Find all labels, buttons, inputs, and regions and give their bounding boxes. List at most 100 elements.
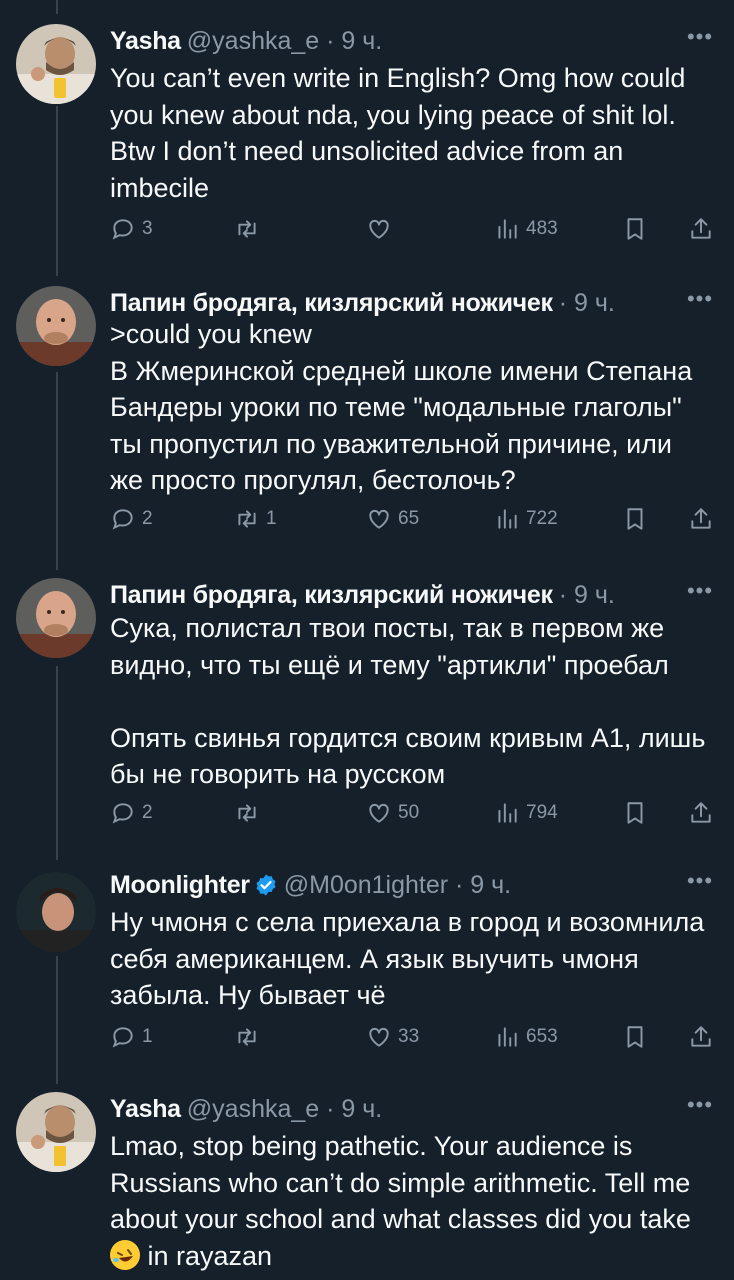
author-name[interactable]: Yasha (110, 1095, 181, 1123)
like-button[interactable] (366, 212, 392, 246)
bookmark-button[interactable] (622, 212, 648, 246)
author-name[interactable]: Папин бродяга, кизлярский ножичек (110, 289, 553, 317)
views-button[interactable]: 653 (494, 1020, 558, 1054)
avatar[interactable] (16, 286, 96, 366)
more-icon[interactable]: ••• (686, 286, 714, 320)
like-button[interactable]: 65 (366, 502, 419, 536)
like-button[interactable]: 50 (366, 796, 419, 830)
tweet[interactable]: Yasha @yashka_e · 9 ч. ••• Lmao, stop bei… (0, 1092, 734, 1280)
verified-badge-icon (256, 874, 276, 896)
like-count: 65 (398, 508, 420, 529)
author-handle-time[interactable]: @yashka_e · 9 ч. (187, 1095, 382, 1123)
more-icon[interactable]: ••• (686, 578, 714, 612)
reply-button[interactable]: 2 (110, 796, 153, 830)
author-handle-time[interactable]: @M0on1ighter · 9 ч. (284, 871, 511, 899)
tweet-header: Папин бродяга, кизлярский ножичек · 9 ч. (110, 578, 674, 612)
views-count: 653 (526, 1026, 558, 1047)
views-button[interactable]: 722 (494, 502, 558, 536)
share-button[interactable] (688, 796, 714, 830)
views-count: 483 (526, 218, 558, 239)
share-button[interactable] (688, 212, 714, 246)
tweet-text: Lmao, stop being pathetic. Your audience… (110, 1128, 710, 1274)
heart-icon (369, 1027, 389, 1047)
reply-count: 2 (142, 802, 153, 823)
more-icon[interactable]: ••• (686, 1092, 714, 1126)
more-icon[interactable]: ••• (686, 24, 714, 58)
avatar[interactable] (16, 578, 96, 658)
tweet-text: Сука, полистал твои посты, так в первом … (110, 613, 706, 789)
reply-count: 1 (142, 1026, 153, 1047)
heart-icon (369, 509, 389, 529)
tweet-text: >could you knew В Жмеринской средней шко… (110, 319, 693, 495)
author-name[interactable]: Moonlighter (110, 871, 250, 899)
retweet-icon (238, 510, 256, 528)
bookmark-button[interactable] (622, 1020, 648, 1054)
retweet-icon (238, 804, 256, 822)
retweet-button[interactable] (234, 796, 260, 830)
reply-count: 3 (142, 218, 153, 239)
thread-line (56, 0, 58, 14)
author-name[interactable]: Папин бродяга, кизлярский ножичек (110, 581, 553, 609)
bookmark-icon (627, 1026, 643, 1048)
heart-icon (369, 219, 389, 239)
tweet[interactable]: Moonlighter @M0on1ighter · 9 ч. ••• Ну чм… (0, 868, 734, 1068)
views-icon (498, 803, 517, 823)
action-bar: 3 483 (110, 212, 718, 246)
action-bar: 2 50 794 (110, 796, 718, 830)
post-time[interactable]: · 9 ч. (559, 581, 615, 609)
bookmark-icon (627, 218, 643, 240)
author-name[interactable]: Yasha (110, 27, 181, 55)
tweet-header: Папин бродяга, кизлярский ножичек · 9 ч. (110, 286, 674, 320)
like-count: 50 (398, 802, 420, 823)
reply-button[interactable]: 1 (110, 1020, 153, 1054)
more-icon[interactable]: ••• (686, 868, 714, 902)
views-button[interactable]: 794 (494, 796, 558, 830)
share-button[interactable] (688, 1020, 714, 1054)
retweet-icon (238, 220, 256, 238)
rofl-emoji-icon (110, 1239, 140, 1270)
views-icon (498, 219, 517, 239)
bookmark-icon (627, 508, 643, 530)
tweet-text-main: Lmao, stop being pathetic. Your audience… (110, 1131, 698, 1234)
tweet-header: Yasha @yashka_e · 9 ч. (110, 24, 674, 58)
avatar[interactable] (16, 1092, 96, 1172)
views-count: 794 (526, 802, 558, 823)
bookmark-button[interactable] (622, 502, 648, 536)
share-icon (691, 802, 711, 823)
author-handle-time[interactable]: @yashka_e · 9 ч. (187, 27, 382, 55)
share-button[interactable] (688, 502, 714, 536)
tweet-text: You can’t even write in English? Omg how… (110, 63, 693, 203)
views-icon (498, 509, 517, 529)
bookmark-icon (627, 802, 643, 824)
retweet-button[interactable]: 1 (234, 502, 277, 536)
share-icon (691, 218, 711, 239)
like-button[interactable]: 33 (366, 1020, 419, 1054)
bookmark-button[interactable] (622, 796, 648, 830)
post-time[interactable]: · 9 ч. (559, 289, 615, 317)
heart-icon (369, 803, 389, 823)
avatar[interactable] (16, 24, 96, 104)
reply-icon (112, 803, 133, 824)
tweet[interactable]: Папин бродяга, кизлярский ножичек · 9 ч. … (0, 578, 734, 828)
views-count: 722 (526, 508, 558, 529)
tweet[interactable]: Папин бродяга, кизлярский ножичек · 9 ч. … (0, 286, 734, 536)
tweet-header: Yasha @yashka_e · 9 ч. (110, 1092, 674, 1126)
reply-icon (112, 1027, 133, 1048)
reply-icon (112, 219, 133, 240)
views-button[interactable]: 483 (494, 212, 558, 246)
like-count: 33 (398, 1026, 420, 1047)
tweet-text-tail: in rayazan (140, 1240, 273, 1271)
action-bar: 2 1 65 722 (110, 502, 718, 536)
reply-count: 2 (142, 508, 153, 529)
tweet-text: Ну чмоня с села приехала в город и возом… (110, 907, 712, 1010)
action-bar: 1 33 653 (110, 1020, 718, 1054)
share-icon (691, 508, 711, 529)
share-icon (691, 1026, 711, 1047)
reply-icon (112, 509, 133, 530)
retweet-button[interactable] (234, 1020, 260, 1054)
reply-button[interactable]: 3 (110, 212, 153, 246)
reply-button[interactable]: 2 (110, 502, 153, 536)
tweet[interactable]: Yasha @yashka_e · 9 ч. ••• You can’t even… (0, 24, 734, 274)
retweet-button[interactable] (234, 212, 260, 246)
avatar[interactable] (16, 872, 96, 952)
